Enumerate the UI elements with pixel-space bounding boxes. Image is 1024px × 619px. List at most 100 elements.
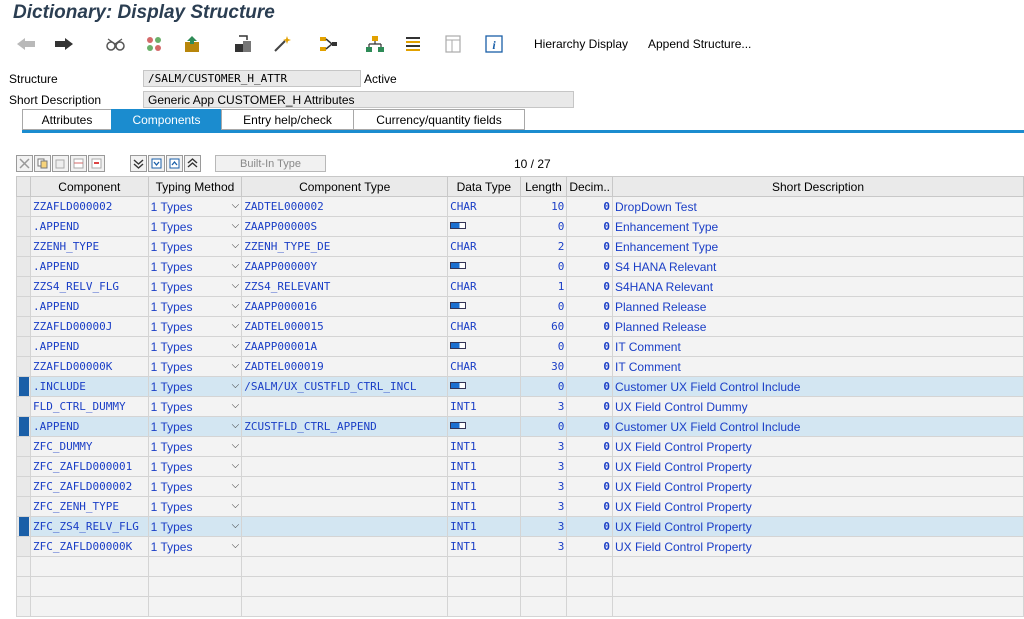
empty-cell[interactable]	[241, 596, 449, 617]
column-header-data-type[interactable]: Data Type	[447, 176, 521, 197]
empty-cell[interactable]	[519, 556, 568, 577]
hierarchy-icon[interactable]	[363, 32, 387, 56]
cell-length[interactable]: 10	[519, 196, 568, 217]
empty-cell[interactable]	[241, 576, 449, 597]
cell-short-description[interactable]: Customer UX Field Control Include	[611, 376, 1024, 397]
chevron-down-icon[interactable]: ⌵	[232, 220, 240, 231]
chevron-down-icon[interactable]: ⌵	[232, 240, 240, 251]
cell-data-type[interactable]: INT1	[447, 476, 521, 497]
cell-decimals[interactable]: 0	[566, 196, 613, 217]
cell-length[interactable]: 1	[519, 276, 568, 297]
table-row[interactable]: ZFC_DUMMY 1 Types ⌵ INT1 3 0 UX Field Control …	[16, 436, 1024, 457]
cell-component[interactable]: ZZAFLD00000J	[29, 316, 149, 337]
cell-typing-method[interactable]: 1 Types ⌵	[147, 336, 243, 357]
cell-typing-method[interactable]: 1 Types ⌵	[147, 316, 243, 337]
empty-cell[interactable]	[566, 576, 613, 597]
cell-component-type[interactable]	[241, 496, 449, 517]
cell-decimals[interactable]: 0	[566, 216, 613, 237]
cell-length[interactable]: 3	[519, 436, 568, 457]
cell-component-type[interactable]: ZAAPP000016	[241, 296, 449, 317]
cell-data-type[interactable]: CHAR	[447, 236, 521, 257]
cell-short-description[interactable]: Planned Release	[611, 316, 1024, 337]
chevron-down-icon[interactable]: ⌵	[232, 320, 240, 331]
empty-row[interactable]	[16, 596, 1024, 617]
other-object-icon[interactable]	[180, 32, 204, 56]
cell-decimals[interactable]: 0	[566, 536, 613, 557]
column-header-short-description[interactable]: Short Description	[611, 176, 1024, 197]
built-in-type-button[interactable]: Built-In Type	[215, 155, 326, 172]
row-selector[interactable]	[16, 356, 31, 377]
scroll-bottom-icon[interactable]	[130, 155, 147, 172]
empty-cell[interactable]	[566, 596, 613, 617]
frame-icon[interactable]	[441, 32, 465, 56]
row-selector[interactable]	[16, 436, 31, 457]
cell-component[interactable]: ZFC_ZENH_TYPE	[29, 496, 149, 517]
empty-cell[interactable]	[29, 576, 149, 597]
row-selector[interactable]	[16, 516, 31, 537]
cell-data-type[interactable]: CHAR	[447, 316, 521, 337]
empty-cell[interactable]	[147, 576, 243, 597]
cell-component-type[interactable]: ZADTEL000019	[241, 356, 449, 377]
cell-short-description[interactable]: UX Field Control Dummy	[611, 396, 1024, 417]
cell-component[interactable]: ZFC_DUMMY	[29, 436, 149, 457]
select-all-cell[interactable]	[16, 176, 31, 197]
cell-typing-method[interactable]: 1 Types ⌵	[147, 436, 243, 457]
cell-data-type[interactable]: INT1	[447, 396, 521, 417]
cell-component[interactable]: ZZENH_TYPE	[29, 236, 149, 257]
empty-row[interactable]	[16, 556, 1024, 577]
table-row[interactable]: ZZAFLD00000J 1 Types ⌵ ZADTEL000015 CHAR 60 0 P…	[16, 316, 1024, 337]
cell-decimals[interactable]: 0	[566, 256, 613, 277]
cell-short-description[interactable]: Enhancement Type	[611, 236, 1024, 257]
cell-decimals[interactable]: 0	[566, 456, 613, 477]
cell-data-type[interactable]: INT1	[447, 436, 521, 457]
row-selector[interactable]	[16, 536, 31, 557]
empty-row[interactable]	[16, 576, 1024, 597]
cell-short-description[interactable]: UX Field Control Property	[611, 436, 1024, 457]
cell-typing-method[interactable]: 1 Types ⌵	[147, 496, 243, 517]
row-selector[interactable]	[16, 576, 31, 597]
cell-component[interactable]: ZZS4_RELV_FLG	[29, 276, 149, 297]
empty-cell[interactable]	[29, 556, 149, 577]
cell-component[interactable]: .APPEND	[29, 216, 149, 237]
cell-component[interactable]: ZZAFLD000002	[29, 196, 149, 217]
cell-component-type[interactable]: ZADTEL000002	[241, 196, 449, 217]
table-row[interactable]: ZZENH_TYPE 1 Types ⌵ ZZENH_TYPE_DE CHAR 2 0 Enh…	[16, 236, 1024, 257]
delete-row-icon[interactable]	[88, 155, 105, 172]
empty-cell[interactable]	[566, 556, 613, 577]
tab-currency-quantity-fields[interactable]: Currency/quantity fields	[353, 109, 525, 130]
paste-icon[interactable]	[52, 155, 69, 172]
cell-component-type[interactable]	[241, 516, 449, 537]
info-icon[interactable]: i	[482, 32, 506, 56]
cell-data-type[interactable]	[447, 336, 521, 357]
cell-data-type[interactable]	[447, 256, 521, 277]
empty-cell[interactable]	[519, 576, 568, 597]
cell-decimals[interactable]: 0	[566, 416, 613, 437]
chevron-down-icon[interactable]: ⌵	[232, 280, 240, 291]
row-selector[interactable]	[16, 476, 31, 497]
cell-short-description[interactable]: IT Comment	[611, 336, 1024, 357]
cell-decimals[interactable]: 0	[566, 296, 613, 317]
cell-component[interactable]: .APPEND	[29, 256, 149, 277]
cell-length[interactable]: 2	[519, 236, 568, 257]
empty-cell[interactable]	[29, 596, 149, 617]
row-selector[interactable]	[16, 496, 31, 517]
cell-short-description[interactable]: DropDown Test	[611, 196, 1024, 217]
row-selector[interactable]	[16, 236, 31, 257]
cell-length[interactable]: 0	[519, 216, 568, 237]
cell-decimals[interactable]: 0	[566, 436, 613, 457]
cell-component[interactable]: .APPEND	[29, 336, 149, 357]
empty-cell[interactable]	[611, 596, 1024, 617]
empty-cell[interactable]	[447, 596, 521, 617]
cell-length[interactable]: 3	[519, 516, 568, 537]
chevron-down-icon[interactable]: ⌵	[232, 260, 240, 271]
chevron-down-icon[interactable]: ⌵	[232, 520, 240, 531]
table-row[interactable]: FLD_CTRL_DUMMY 1 Types ⌵ INT1 3 0 UX Field Con…	[16, 396, 1024, 417]
row-selector[interactable]	[16, 216, 31, 237]
row-selector[interactable]	[16, 456, 31, 477]
cell-data-type[interactable]: INT1	[447, 536, 521, 557]
cell-length[interactable]: 3	[519, 396, 568, 417]
cell-decimals[interactable]: 0	[566, 316, 613, 337]
cell-typing-method[interactable]: 1 Types ⌵	[147, 456, 243, 477]
column-header-typing-method[interactable]: Typing Method	[147, 176, 243, 197]
cell-typing-method[interactable]: 1 Types ⌵	[147, 396, 243, 417]
